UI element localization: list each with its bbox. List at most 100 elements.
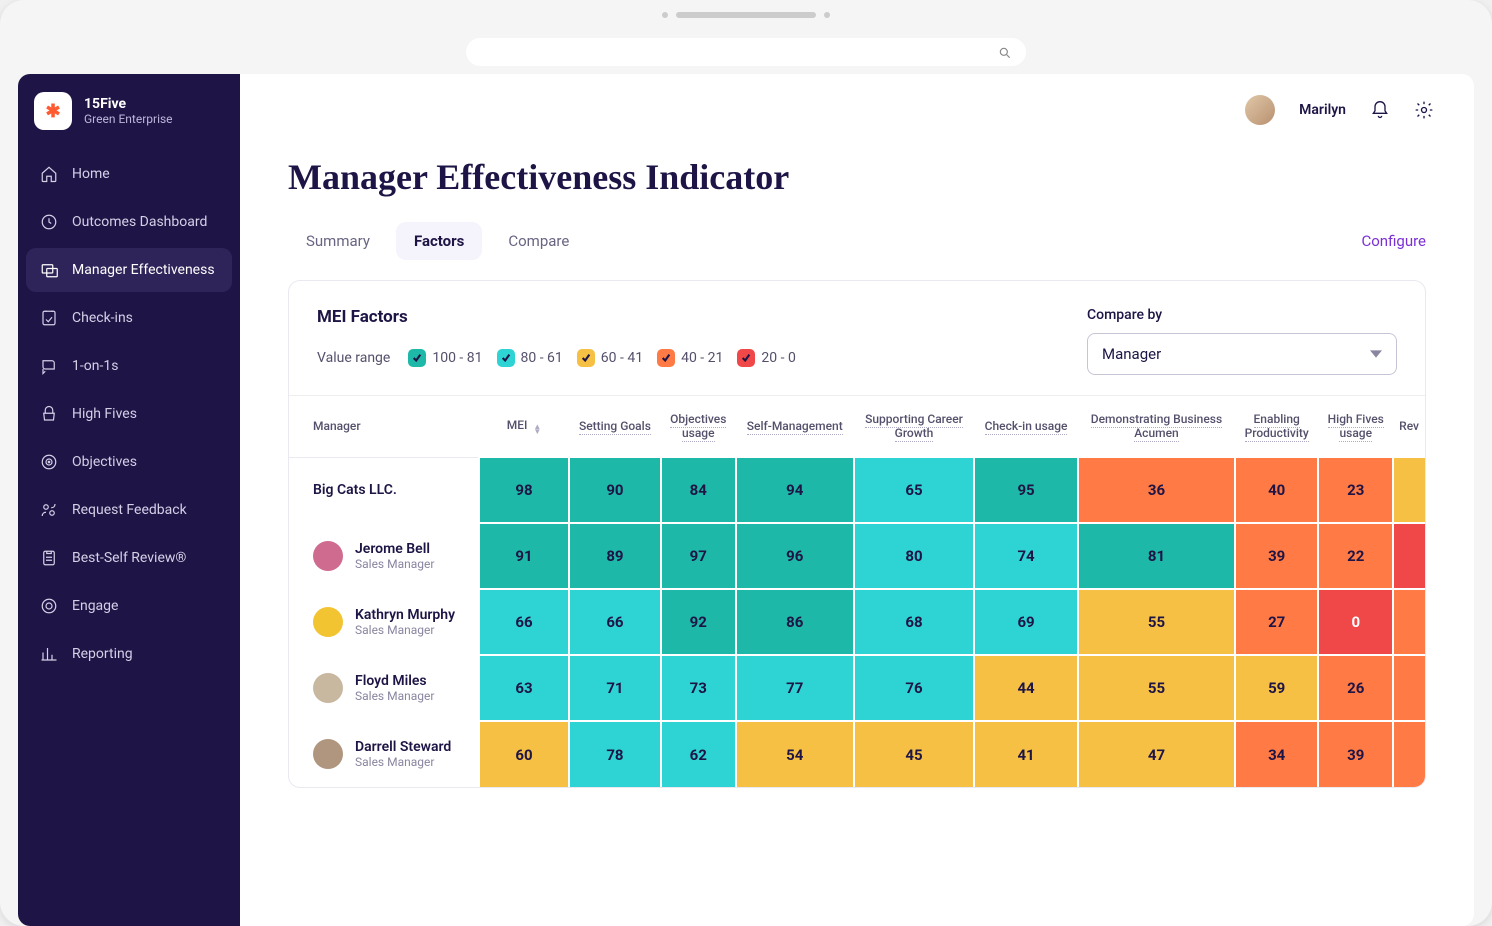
value-cell: 81 [1078,523,1235,589]
column-header[interactable]: MEI▲▼ [479,396,569,457]
value-cell: 90 [569,457,661,523]
mei-table: ManagerMEI▲▼Setting GoalsObjectivesusage… [289,396,1425,787]
column-header[interactable]: Setting Goals [569,396,661,457]
value-cell: 86 [736,589,854,655]
brand-name: 15Five [84,96,173,112]
user-avatar[interactable] [1245,95,1275,125]
bell-icon[interactable] [1370,100,1390,120]
legend-item: 100 - 81 [408,349,482,367]
value-cell: 84 [661,457,736,523]
legend-item: 80 - 61 [497,349,563,367]
table-row[interactable]: Jerome BellSales Manager9189979680748139… [289,523,1425,589]
nav-icon [40,501,58,519]
column-header[interactable]: Objectivesusage [661,396,736,457]
table-row[interactable]: Floyd MilesSales Manager6371737776445559… [289,655,1425,721]
value-cell: 95 [974,457,1078,523]
card-title: MEI Factors [317,307,796,327]
tab-summary[interactable]: Summary [288,222,388,260]
sidebar-item-outcomes-dashboard[interactable]: Outcomes Dashboard [26,200,232,244]
nav-icon [40,357,58,375]
sidebar-item-label: Engage [72,598,118,614]
sidebar-item-label: Request Feedback [72,502,187,518]
table-row[interactable]: Kathryn MurphySales Manager6666928668695… [289,589,1425,655]
column-header[interactable]: Self-Management [736,396,854,457]
value-cell: 68 [854,589,974,655]
column-header[interactable]: Rev [1393,396,1425,457]
value-cell: 71 [569,655,661,721]
sidebar-item-request-feedback[interactable]: Request Feedback [26,488,232,532]
topbar: Marilyn [240,74,1474,146]
value-cell: 40 [1235,457,1318,523]
tab-factors[interactable]: Factors [396,222,482,260]
tab-compare[interactable]: Compare [490,222,587,260]
value-cell: 77 [736,655,854,721]
sidebar: ✱ 15Five Green Enterprise Home Outcomes D… [18,74,240,926]
manager-name: Big Cats LLC. [313,482,468,498]
value-cell: 73 [661,655,736,721]
value-cell: 47 [1078,721,1235,787]
user-name[interactable]: Marilyn [1299,102,1346,118]
sidebar-item-engage[interactable]: Engage [26,584,232,628]
nav-icon [40,549,58,567]
check-icon [657,349,675,367]
sidebar-item-reporting[interactable]: Reporting [26,632,232,676]
sidebar-item-manager-effectiveness[interactable]: Manager Effectiveness [26,248,232,292]
value-cell: 60 [479,721,569,787]
value-cell: 55 [1078,589,1235,655]
value-cell: 80 [854,523,974,589]
sidebar-item-high-fives[interactable]: High Fives [26,392,232,436]
value-cell: 91 [479,523,569,589]
column-header[interactable]: High Fivesusage [1318,396,1393,457]
column-header[interactable]: Demonstrating BusinessAcumen [1078,396,1235,457]
column-header[interactable]: Check-in usage [974,396,1078,457]
page-title: Manager Effectiveness Indicator [240,146,1474,222]
nav-icon [40,597,58,615]
value-cell: 98 [479,457,569,523]
url-bar[interactable] [466,38,1026,66]
value-cell: 76 [854,655,974,721]
nav-icon [40,309,58,327]
sidebar-item-home[interactable]: Home [26,152,232,196]
sidebar-item-check-ins[interactable]: Check-ins [26,296,232,340]
column-header[interactable]: EnablingProductivity [1235,396,1318,457]
value-cell: 27 [1235,589,1318,655]
compare-by-select[interactable]: Manager [1087,333,1397,375]
value-cell: 63 [479,655,569,721]
sidebar-item-label: Outcomes Dashboard [72,214,207,230]
value-cell-partial [1393,523,1425,589]
nav-icon [40,645,58,663]
column-header[interactable]: Supporting CareerGrowth [854,396,974,457]
brand-logo-icon: ✱ [34,92,72,130]
table-row[interactable]: Big Cats LLC.989084946595364023 [289,457,1425,523]
sidebar-item-label: Check-ins [72,310,133,326]
sidebar-item-1-on-1s[interactable]: 1-on-1s [26,344,232,388]
value-cell: 26 [1318,655,1393,721]
check-icon [577,349,595,367]
brand: ✱ 15Five Green Enterprise [26,92,232,152]
sidebar-item-best-self-review-[interactable]: Best-Self Review® [26,536,232,580]
chevron-down-icon [1370,348,1382,360]
sidebar-item-label: Best-Self Review® [72,550,186,566]
nav-icon [40,453,58,471]
sidebar-item-label: 1-on-1s [72,358,118,374]
manager-name: Floyd Miles [355,673,434,689]
table-row[interactable]: Darrell StewardSales Manager607862544541… [289,721,1425,787]
manager-role: Sales Manager [355,557,434,571]
value-cell: 92 [661,589,736,655]
value-cell: 94 [736,457,854,523]
sidebar-item-objectives[interactable]: Objectives [26,440,232,484]
sort-icon: ▲▼ [533,424,541,434]
gear-icon[interactable] [1414,100,1434,120]
column-header[interactable]: Manager [289,396,479,457]
value-cell: 0 [1318,589,1393,655]
sidebar-item-label: Reporting [72,646,133,662]
value-cell: 65 [854,457,974,523]
value-cell: 23 [1318,457,1393,523]
sidebar-item-label: Manager Effectiveness [72,262,215,278]
browser-chrome [0,0,1492,30]
value-cell-partial [1393,655,1425,721]
configure-link[interactable]: Configure [1361,232,1426,250]
value-cell: 62 [661,721,736,787]
legend-item: 60 - 41 [577,349,643,367]
value-cell: 66 [569,589,661,655]
